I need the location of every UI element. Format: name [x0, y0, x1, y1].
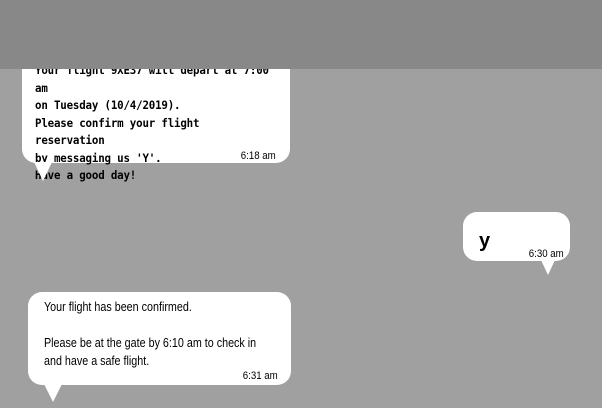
message-timestamp: 6:18 am — [241, 150, 276, 162]
bubble-tail — [541, 260, 555, 275]
message-text: y — [479, 230, 491, 252]
message-text: Your flight 9XE37 will depart at 7:00 am… — [35, 63, 269, 182]
outgoing-message-bubble: y 6:30 am — [463, 212, 570, 261]
top-bar — [0, 0, 602, 69]
message-timestamp: 6:31 am — [243, 370, 278, 382]
bubble-tail — [34, 162, 52, 181]
bubble-tail — [44, 384, 62, 402]
incoming-message-bubble: Your flight has been confirmed. Please b… — [28, 292, 291, 385]
message-timestamp: 6:30 am — [529, 248, 564, 260]
message-text: Your flight has been confirmed. Please b… — [44, 300, 257, 368]
